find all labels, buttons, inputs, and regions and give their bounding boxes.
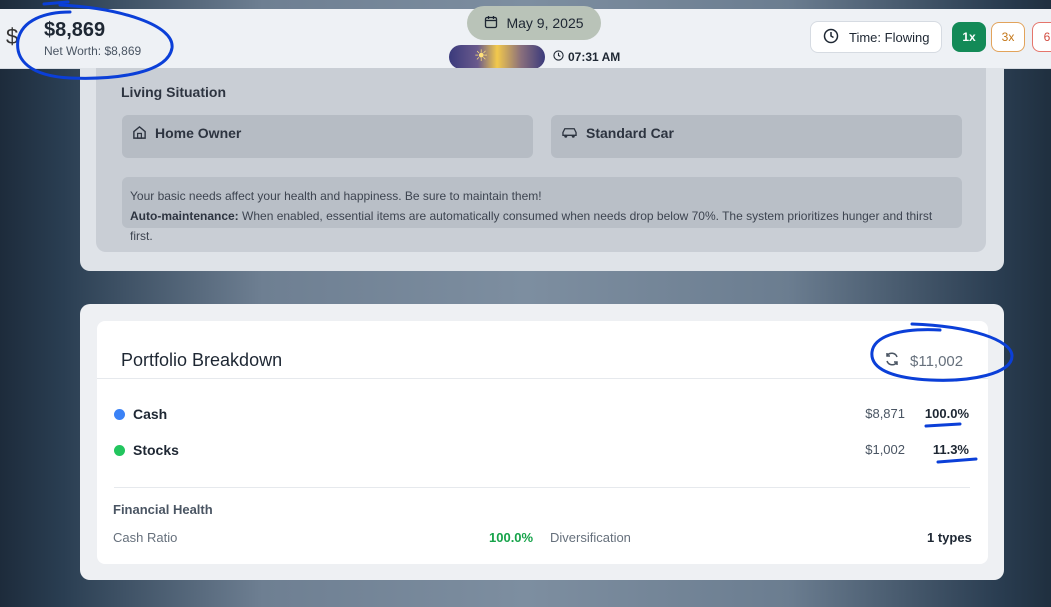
portfolio-title: Portfolio Breakdown	[121, 350, 283, 370]
diversification-value: 1 types	[927, 530, 972, 545]
time-display: 07:31 AM	[553, 50, 620, 64]
row-percent: 11.3%	[932, 442, 969, 457]
divider	[97, 378, 988, 379]
annotation-top-stroke	[42, 0, 70, 6]
refresh-icon[interactable]	[884, 351, 900, 371]
portfolio-total-value: $11,002	[910, 352, 964, 370]
clock-icon	[823, 28, 839, 47]
note-line-2: Auto-maintenance: When enabled, essentia…	[130, 206, 954, 246]
time-mode-label: Time: Flowing	[849, 29, 930, 45]
row-percent: 100.0%	[924, 406, 969, 421]
living-title: Living Situation	[121, 84, 226, 100]
row-label: Stocks	[133, 442, 179, 458]
car-icon	[561, 125, 578, 143]
sun-icon: ☀	[474, 48, 489, 65]
cash-dot	[114, 409, 125, 420]
cash-ratio-value: 100.0%	[489, 530, 534, 545]
portfolio-total: $11,002	[884, 351, 963, 371]
stocks-dot	[114, 445, 125, 456]
divider	[114, 487, 970, 488]
time-mode-button[interactable]: Time: Flowing	[810, 21, 942, 53]
diversification-label: Diversification	[550, 530, 631, 545]
speed-6x-button[interactable]: 6	[1032, 22, 1051, 52]
portfolio-row-cash: Cash $8,871 100.0%	[114, 405, 970, 425]
speed-1x-button[interactable]: 1x	[952, 22, 986, 52]
note-text: When enabled, essential items are automa…	[130, 209, 933, 243]
needs-info-note: Your basic needs affect your health and …	[122, 177, 962, 243]
date-label: May 9, 2025	[506, 15, 584, 31]
day-cycle-bar	[449, 45, 545, 69]
row-value: $1,002	[865, 442, 905, 457]
home-status[interactable]: Home Owner	[122, 115, 533, 158]
row-label: Cash	[133, 406, 168, 422]
calendar-icon	[484, 15, 498, 32]
time-label: 07:31 AM	[568, 50, 621, 64]
row-value: $8,871	[865, 406, 905, 421]
cash-ratio-label: Cash Ratio	[113, 530, 178, 545]
vehicle-status[interactable]: Standard Car	[551, 115, 962, 158]
clock-icon	[553, 50, 564, 64]
date-pill[interactable]: May 9, 2025	[467, 6, 601, 40]
net-worth-label: Net Worth: $8,869	[44, 44, 142, 58]
car-label: Standard Car	[586, 125, 674, 141]
currency-icon: $	[6, 24, 19, 49]
financial-health-title: Financial Health	[113, 502, 213, 517]
cash-amount: $8,869	[44, 19, 106, 41]
speed-3x-button[interactable]: 3x	[991, 22, 1025, 52]
note-line-1: Your basic needs affect your health and …	[130, 189, 542, 203]
home-label: Home Owner	[155, 125, 242, 141]
home-icon	[132, 125, 147, 143]
note-bold: Auto-maintenance:	[130, 209, 239, 223]
portfolio-row-stocks: Stocks $1,002 11.3%	[114, 441, 970, 461]
